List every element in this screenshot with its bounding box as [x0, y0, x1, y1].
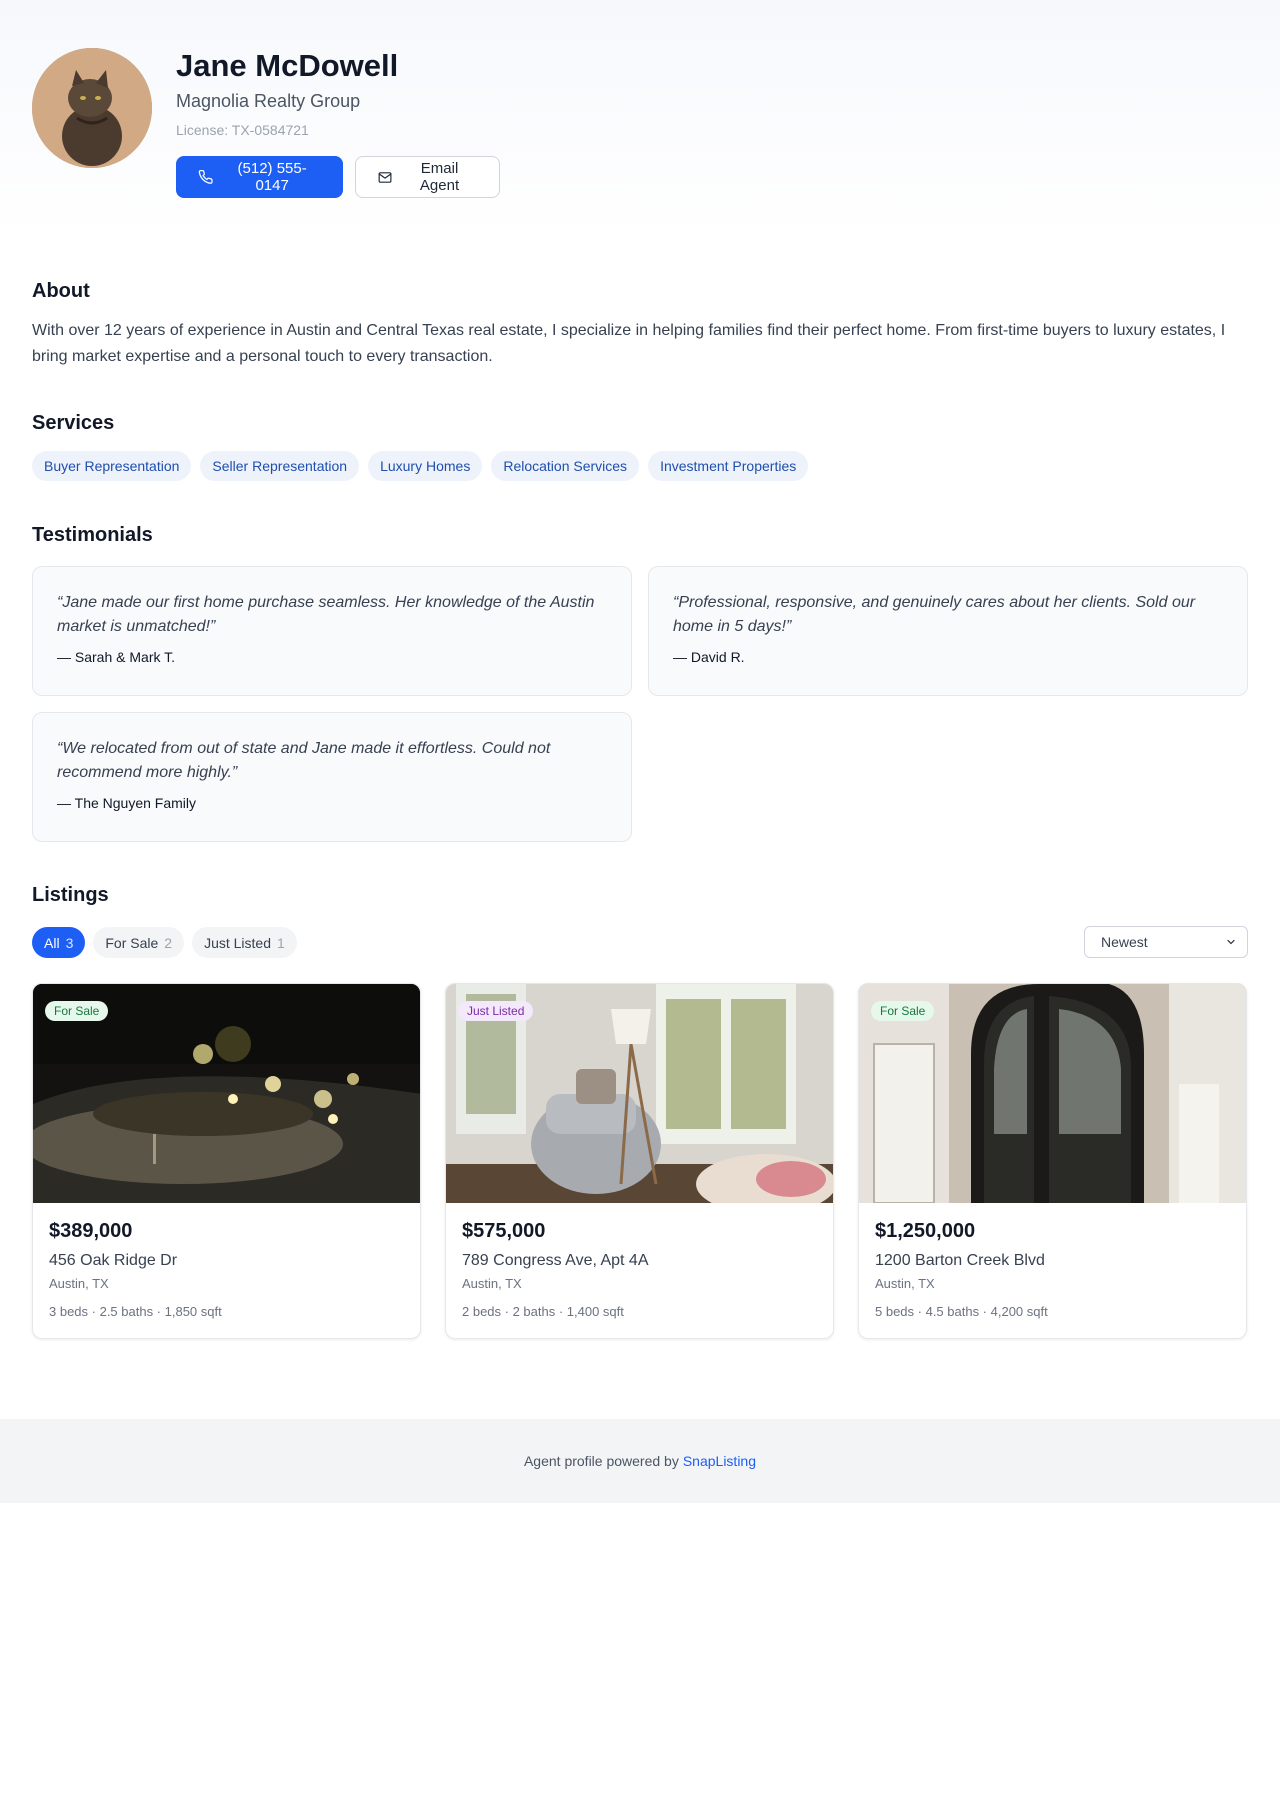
- listing-badge: For Sale: [45, 1001, 109, 1021]
- listing-price: $575,000: [462, 1220, 546, 1242]
- service-tag: Luxury Homes: [368, 451, 483, 481]
- testimonial-quote: “We relocated from out of state and Jane…: [57, 740, 551, 781]
- listing-address: 456 Oak Ridge Dr: [49, 1252, 178, 1269]
- testimonial-card: “Jane made our first home purchase seaml…: [32, 566, 632, 696]
- testimonial-author: — Sarah & Mark T.: [57, 649, 176, 665]
- listing-specs: 3 beds · 2.5 baths · 1,850 sqft: [49, 1304, 222, 1319]
- filter-label: All: [44, 934, 60, 951]
- listing-city: Austin, TX: [875, 1276, 935, 1291]
- service-tag: Investment Properties: [648, 451, 809, 481]
- listing-badge: For Sale: [871, 1001, 935, 1021]
- listing-specs: 5 beds · 4.5 baths · 4,200 sqft: [875, 1304, 1048, 1319]
- testimonial-card: “We relocated from out of state and Jane…: [32, 712, 632, 842]
- service-tag: Relocation Services: [491, 451, 640, 481]
- testimonials-heading: Testimonials: [32, 524, 153, 546]
- about-heading: About: [32, 280, 90, 302]
- about-text: With over 12 years of experience in Aust…: [32, 322, 1226, 365]
- listing-city: Austin, TX: [462, 1276, 522, 1291]
- chevron-down-icon: [1227, 939, 1235, 945]
- listing-price: $1,250,000: [875, 1220, 976, 1242]
- filter-label: Just Listed: [204, 934, 272, 951]
- service-tag: Buyer Representation: [32, 451, 192, 481]
- filter-all[interactable]: All 3: [32, 927, 86, 958]
- agent-avatar: [32, 48, 152, 168]
- testimonial-card: “Professional, responsive, and genuinely…: [648, 566, 1248, 696]
- footer-text: Agent profile powered by: [523, 1453, 679, 1469]
- service-tag: Seller Representation: [200, 451, 360, 481]
- services-tags: Buyer Representation Seller Representati…: [32, 451, 809, 481]
- listing-filters: All 3 For Sale 2 Just Listed 1: [32, 927, 297, 958]
- listings-heading: Listings: [32, 884, 109, 906]
- profile-header: Jane McDowell Magnolia Realty Group Lice…: [0, 0, 1280, 240]
- testimonial-quote: “Professional, responsive, and genuinely…: [673, 594, 1196, 635]
- listing-address: 789 Congress Ave, Apt 4A: [462, 1252, 649, 1269]
- agent-name: Jane McDowell: [176, 48, 399, 83]
- filter-count: 3: [65, 934, 74, 951]
- filter-just-listed[interactable]: Just Listed 1: [192, 927, 297, 958]
- agency-name: Magnolia Realty Group: [176, 91, 361, 111]
- filter-label: For Sale: [105, 934, 159, 951]
- testimonial-quote: “Jane made our first home purchase seaml…: [57, 594, 595, 635]
- testimonial-author: — The Nguyen Family: [57, 795, 197, 811]
- call-agent-button[interactable]: (512) 555-0147: [176, 156, 343, 198]
- services-heading: Services: [32, 412, 115, 434]
- sort-select[interactable]: Newest: [1084, 926, 1248, 958]
- filter-for-sale[interactable]: For Sale 2: [93, 927, 185, 958]
- testimonial-author: — David R.: [673, 649, 745, 665]
- listing-address: 1200 Barton Creek Blvd: [875, 1252, 1045, 1269]
- sort-selected-value: Newest: [1101, 934, 1148, 950]
- phone-icon: [198, 170, 213, 184]
- snaplisting-link[interactable]: SnapListing: [683, 1453, 756, 1469]
- email-button-label: Email Agent: [419, 160, 460, 194]
- mail-icon: [378, 171, 392, 183]
- call-button-label: (512) 555-0147: [237, 160, 307, 194]
- listing-city: Austin, TX: [49, 1276, 109, 1291]
- filter-count: 1: [277, 934, 285, 951]
- footer: Agent profile powered by SnapListing: [0, 1419, 1280, 1503]
- listing-card[interactable]: Just Listed $575,000 789 Congress Ave, A…: [445, 983, 834, 1339]
- email-agent-button[interactable]: Email Agent: [355, 156, 500, 198]
- listing-price: $389,000: [49, 1220, 133, 1242]
- filter-count: 2: [164, 934, 173, 951]
- license-number: License: TX-0584721: [176, 122, 309, 138]
- listing-badge: Just Listed: [458, 1001, 534, 1021]
- listing-specs: 2 beds · 2 baths · 1,400 sqft: [462, 1304, 624, 1319]
- listing-card[interactable]: For Sale $1,250,000 1200 Barton Creek Bl…: [858, 983, 1247, 1339]
- listing-card[interactable]: For Sale $389,000 456 Oak Ridge Dr Austi…: [32, 983, 421, 1339]
